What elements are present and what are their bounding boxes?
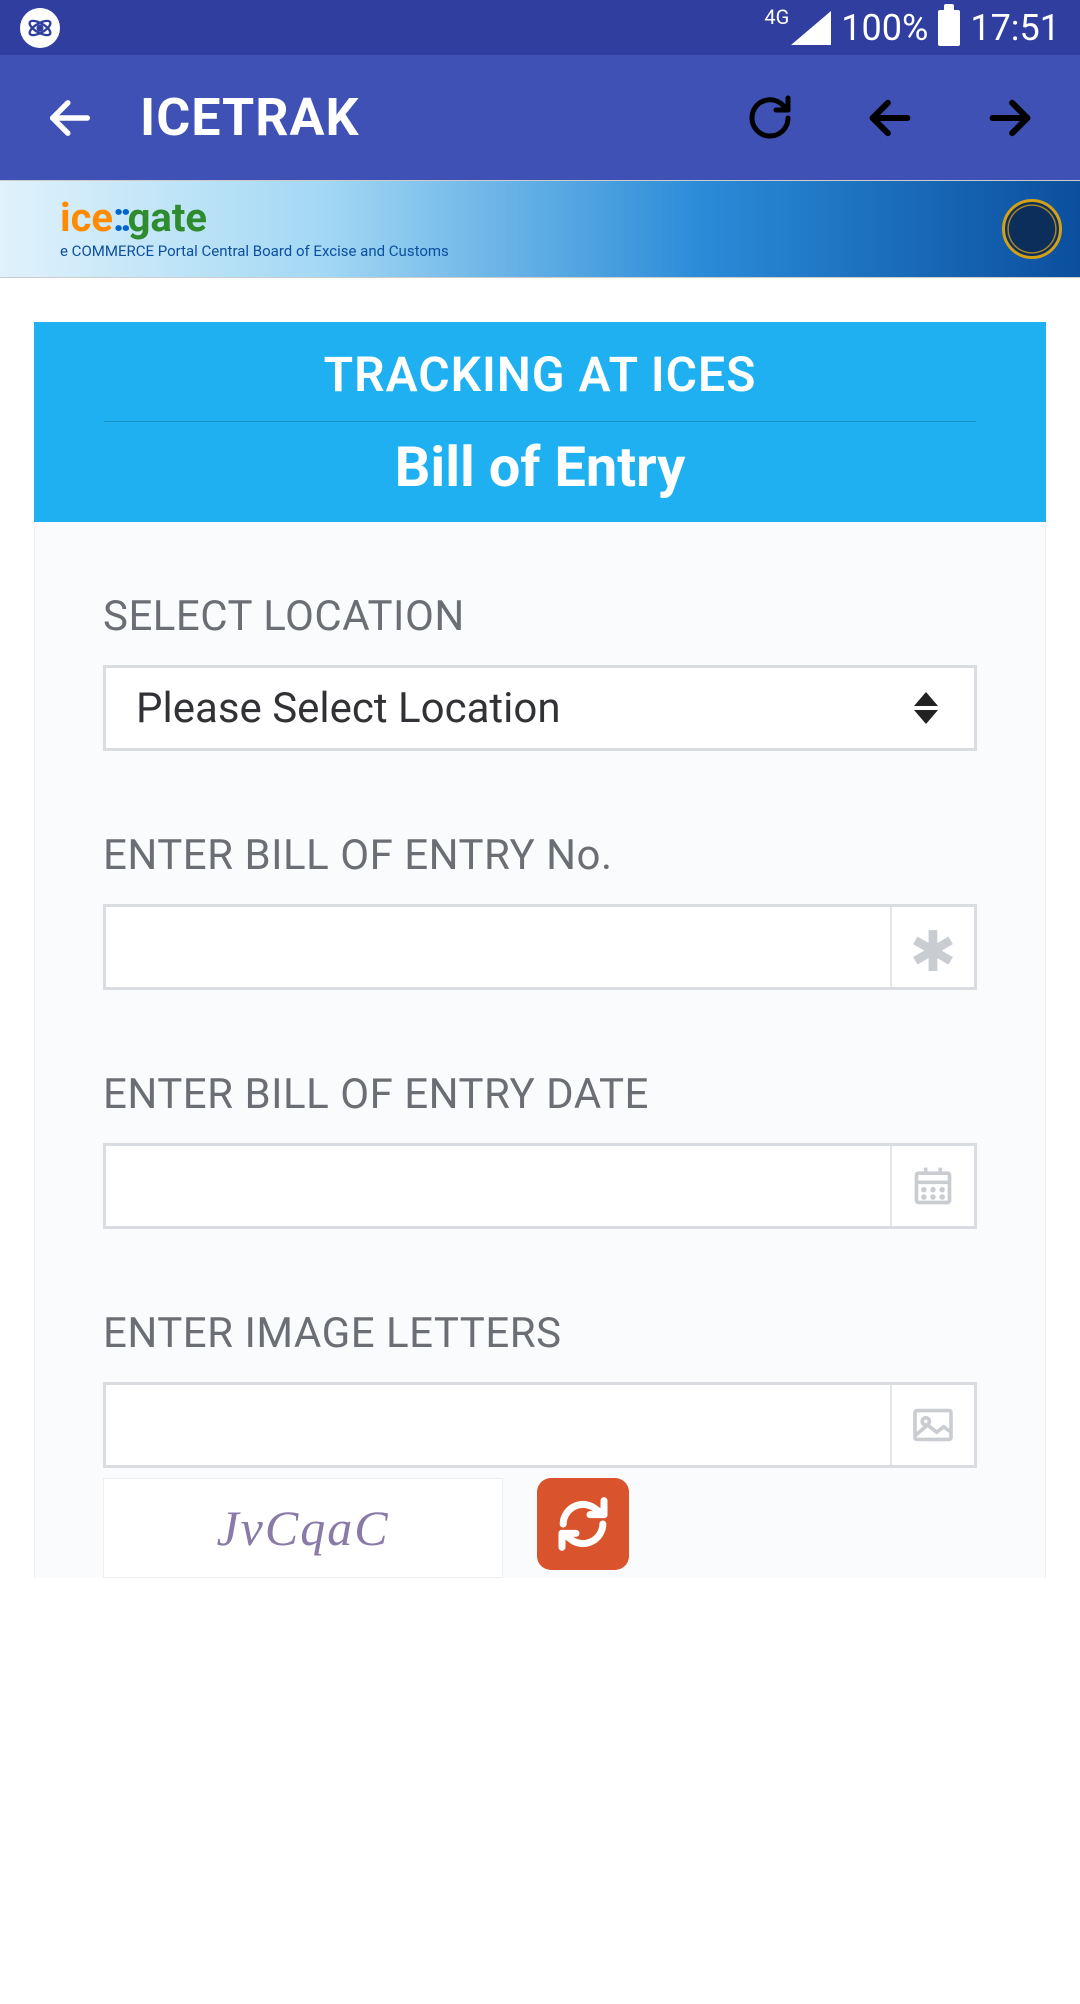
be-number-input[interactable] [106,907,890,987]
nav-back-button[interactable] [860,88,920,148]
page-title: TRACKING AT ICES [34,346,1046,403]
signal-icon [791,11,831,45]
nav-forward-button[interactable] [980,88,1040,148]
asterisk-icon: ✱ [910,924,957,980]
status-bar: 4G 100% 17:51 [0,0,1080,55]
banner-subtitle: e COMMERCE Portal Central Board of Excis… [60,242,449,260]
location-select[interactable]: Please Select Location [103,665,977,751]
location-selected-value: Please Select Location [136,684,561,733]
heading-divider [104,421,976,422]
be-date-field [103,1143,977,1229]
logo-ice-text: ice [60,194,113,241]
select-caret-icon [914,692,938,724]
captcha-row: JvCqaC [103,1478,977,1578]
captcha-image-text: JvCqaC [216,1499,389,1557]
battery-indicator [938,10,960,46]
tracking-form: SELECT LOCATION Please Select Location E… [34,522,1046,1578]
icegate-logo: ice::gate e COMMERCE Portal Central Boar… [60,198,449,260]
page-heading-card: TRACKING AT ICES Bill of Entry [34,322,1046,522]
network-type-label: 4G [764,5,789,29]
be-date-input[interactable] [106,1146,890,1226]
battery-percent-label: 100% [841,7,928,49]
captcha-input[interactable] [106,1385,890,1465]
cbec-emblem-icon [1002,199,1062,259]
app-bar-actions [740,88,1050,148]
icegate-banner: ice::gate e COMMERCE Portal Central Boar… [0,180,1080,278]
app-bar: ICETRAK [0,55,1080,180]
page-subtitle: Bill of Entry [34,434,1046,500]
refresh-button[interactable] [740,88,800,148]
back-button[interactable] [30,92,110,144]
status-app-icon [20,8,60,48]
app-title: ICETRAK [140,87,360,148]
signal-indicator: 4G [764,11,831,45]
be-number-label: ENTER BILL OF ENTRY No. [103,831,977,880]
date-picker-button[interactable] [890,1146,974,1226]
battery-icon [938,10,960,46]
be-date-label: ENTER BILL OF ENTRY DATE [103,1070,977,1119]
captcha-image: JvCqaC [103,1478,503,1578]
clock-label: 17:51 [970,7,1060,49]
captcha-refresh-button[interactable] [537,1478,629,1570]
required-indicator: ✱ [890,907,974,987]
captcha-field [103,1382,977,1468]
atom-icon [20,8,60,48]
captcha-image-indicator [890,1385,974,1465]
location-label: SELECT LOCATION [103,592,977,641]
be-number-field: ✱ [103,904,977,990]
captcha-label: ENTER IMAGE LETTERS [103,1309,977,1358]
logo-gate-text: gate [128,194,207,241]
logo-dots-text: :: [113,194,128,241]
